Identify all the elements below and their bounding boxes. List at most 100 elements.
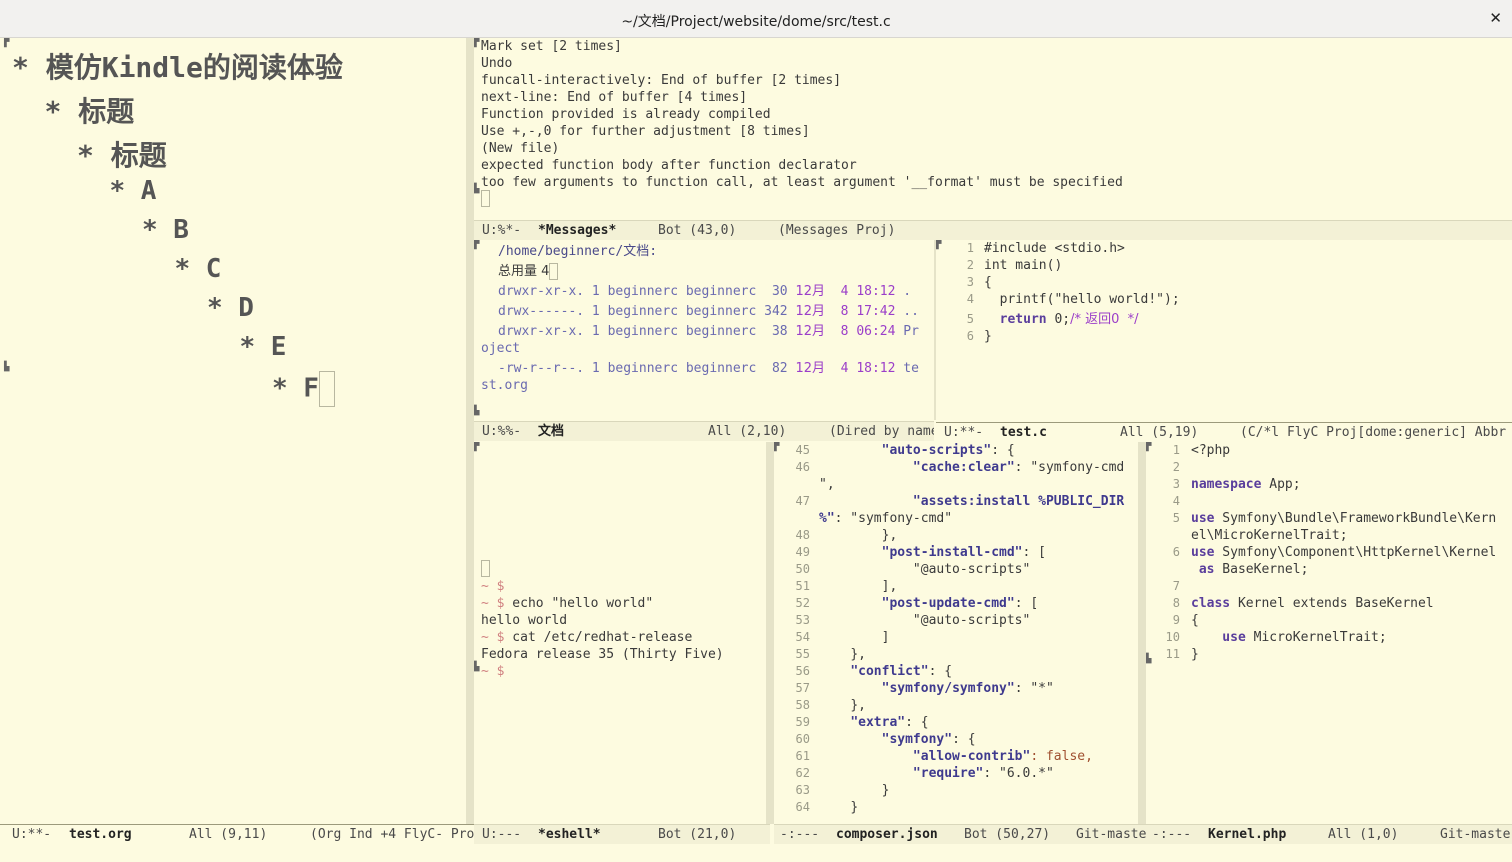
code-line[interactable]: { (984, 274, 992, 291)
code-line[interactable]: use Symfony\Bundle\FrameworkBundle\Kern (1191, 510, 1496, 527)
code-line[interactable]: as BaseKernel; (1191, 561, 1309, 578)
code-line[interactable]: "symfony/symfony": "*" (819, 680, 1054, 697)
org-heading[interactable]: * 标题 (77, 134, 167, 174)
code-line[interactable]: "assets:install %PUBLIC_DIR (819, 493, 1124, 510)
testc-modeline[interactable]: U:**- test.c All (5,19) (C/*l FlyC Proj[… (936, 422, 1512, 442)
code-line[interactable]: "extra": { (819, 714, 928, 731)
org-heading[interactable]: * D (207, 293, 254, 323)
line-number: 10 (1165, 630, 1180, 644)
org-heading[interactable]: * A (110, 176, 157, 206)
code-line[interactable]: } (1191, 646, 1199, 663)
file-month: 12月 (795, 324, 825, 339)
dired-entry[interactable]: drwxr-xr-x. 1 beginnerc beginnerc 30 12月… (498, 283, 911, 300)
org-heading[interactable]: * F (272, 371, 335, 407)
code-line[interactable]: int main() (984, 257, 1062, 274)
json-value: ", (819, 477, 835, 492)
code-line[interactable]: "post-update-cmd": [ (819, 595, 1039, 612)
file-permissions: -rw-r--r--. (498, 361, 585, 376)
json-key: "cache:clear" (912, 460, 1015, 475)
code-line[interactable]: ", (819, 476, 835, 493)
code-line[interactable]: "require": "6.0.*" (819, 765, 1054, 782)
line-number: 2 (966, 258, 974, 272)
code-line[interactable]: { (1191, 612, 1199, 629)
line-number: 60 (795, 732, 810, 746)
code-line[interactable]: printf("hello world!"); (984, 291, 1180, 308)
org-heading[interactable]: * C (175, 254, 222, 284)
code-line[interactable]: use Symfony\Component\HttpKernel\Kernel (1191, 544, 1496, 561)
code-line[interactable]: ], (819, 578, 898, 595)
code-line[interactable]: return 0;/* 返回0 */ (984, 311, 1139, 328)
code-line[interactable]: namespace App; (1191, 476, 1301, 493)
code-line[interactable]: el\MicroKernelTrait; (1191, 527, 1348, 544)
file-owner: beginnerc (607, 284, 679, 299)
code-line[interactable]: }, (819, 646, 866, 663)
code-line[interactable]: "auto-scripts": { (819, 442, 1015, 459)
eshell-line[interactable]: ~ $ (481, 578, 504, 595)
eshell-line[interactable]: hello world (481, 612, 567, 629)
dired-entry[interactable]: drwx------. 1 beginnerc beginnerc 342 12… (498, 303, 919, 320)
line-number: 47 (795, 494, 810, 508)
eshell-line[interactable]: Fedora release 35 (Thirty Five) (481, 646, 724, 663)
code-line[interactable]: }, (819, 697, 866, 714)
file-time: 06:24 (856, 324, 896, 339)
file-group: beginnerc (685, 361, 757, 376)
close-icon[interactable]: ✕ (1489, 9, 1502, 27)
line-number: 45 (795, 443, 810, 457)
code-line[interactable]: #include <stdio.h> (984, 240, 1125, 257)
line-number: 62 (795, 766, 810, 780)
org-heading-text: * C (174, 254, 222, 284)
dired-entry[interactable]: drwxr-xr-x. 1 beginnerc beginnerc 38 12月… (498, 323, 919, 340)
file-permissions: drwxr-xr-x. (498, 324, 585, 339)
file-name: Pr (903, 324, 919, 339)
testc-window[interactable]: ▛ 1 #include <stdio.h> 2 int main() 3 {4 prin… (936, 240, 1512, 422)
code-line[interactable]: class Kernel extends BaseKernel (1191, 595, 1434, 612)
composer-modeline[interactable]: -:--- composer.json Bot (50,27) Git-mast… (774, 824, 1146, 844)
json-key: "allow-contrib" (912, 749, 1031, 764)
code-text: { (984, 275, 992, 290)
eshell-line[interactable]: ~ $ (481, 663, 504, 680)
code-line[interactable]: "allow-contrib": false, (819, 748, 1093, 765)
kernel-window[interactable]: ▛ ▙ 1 <?php 2 3 namespace App; 4 5 use Symfony\… (1146, 442, 1512, 824)
eshell-line[interactable]: ~ $ echo "hello world" (481, 595, 653, 612)
window-divider[interactable] (766, 442, 774, 824)
code-line[interactable]: use MicroKernelTrait; (1191, 629, 1386, 646)
org-heading-text: * D (207, 293, 254, 323)
code-line[interactable]: ] (819, 629, 890, 646)
eshell-window[interactable]: ▛ ▙ ~ $ ~ $ echo "hello world" hello world… (474, 442, 770, 824)
code-line[interactable]: } (984, 328, 992, 345)
code-line[interactable]: } (819, 799, 858, 816)
org-heading[interactable]: * B (142, 215, 189, 245)
eshell-modeline[interactable]: U:--- *eshell* Bot (21,0) (474, 824, 770, 844)
messages-modeline[interactable]: U:%*- *Messages* Bot (43,0) (Messages Pr… (474, 220, 1512, 240)
code-line[interactable]: %": "symfony-cmd" (819, 510, 952, 527)
kernel-modeline[interactable]: -:--- Kernel.php All (1,0) Git-maste (1146, 824, 1512, 844)
file-permissions: drwxr-xr-x. (498, 284, 585, 299)
messages-window[interactable]: ▛ ▙ Mark set [2 times] Undo funcall-intera… (474, 38, 1512, 220)
org-heading[interactable]: * 模仿Kindle的阅读体验 (12, 46, 343, 86)
window-divider[interactable] (1138, 442, 1146, 824)
org-modeline[interactable]: U:**- test.org All (9,11) (Org Ind +4 Fl… (0, 824, 474, 844)
dired-window[interactable]: ▛ ▙ /home/beginnerc/文档: 总用量 4 drwxr-xr-x… (474, 240, 934, 420)
composer-window[interactable]: ▛ 45 "auto-scripts": {46 "cache:clear": … (774, 442, 1140, 824)
code-line[interactable]: "@auto-scripts" (819, 561, 1030, 578)
line-number: 2 (1172, 460, 1180, 474)
code-line[interactable]: "cache:clear": "symfony-cmd (819, 459, 1124, 476)
org-window[interactable]: ▛ ▙ * 模仿Kindle的阅读体验 * 标题 * 标题 * A * B * C * D *… (0, 38, 468, 824)
code-line[interactable]: "symfony": { (819, 731, 976, 748)
message-line: (New file) (481, 141, 560, 156)
code-line[interactable]: }, (819, 527, 898, 544)
eshell-line[interactable]: ~ $ cat /etc/redhat-release (481, 629, 692, 646)
window-divider[interactable] (466, 38, 474, 824)
code-line[interactable]: "conflict": { (819, 663, 952, 680)
dired-modeline[interactable]: U:%%- 文档 All (2,10) (Dired by name (474, 421, 934, 441)
code-line[interactable]: <?php (1191, 442, 1230, 459)
dired-total: 总用量 4 (498, 263, 559, 280)
dired-entry[interactable]: -rw-r--r--. 1 beginnerc beginnerc 82 12月… (498, 360, 919, 377)
org-heading-text: * 模仿Kindle的阅读体验 (12, 51, 343, 84)
org-heading[interactable]: * E (240, 332, 287, 362)
org-heading[interactable]: * 标题 (45, 90, 135, 130)
code-line[interactable]: } (819, 782, 890, 799)
file-day: 8 (840, 324, 849, 339)
code-line[interactable]: "@auto-scripts" (819, 612, 1030, 629)
code-line[interactable]: "post-install-cmd": [ (819, 544, 1046, 561)
